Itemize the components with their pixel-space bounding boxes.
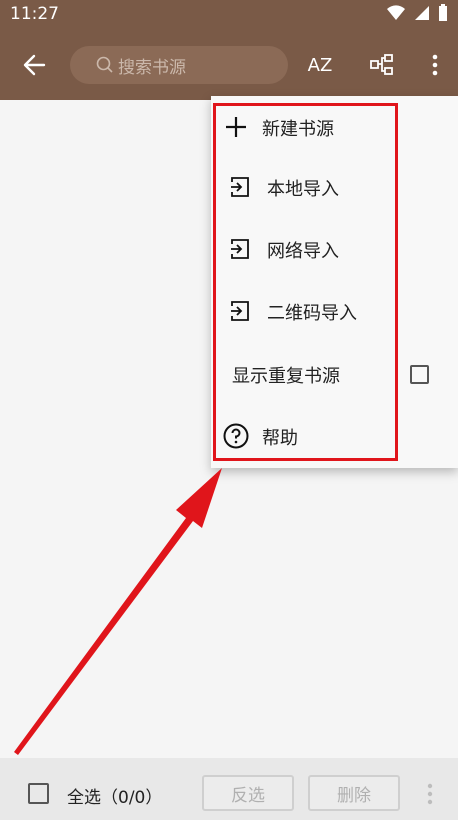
annotation-arrow: [14, 468, 222, 755]
select-all-checkbox[interactable]: [28, 783, 49, 804]
select-all-label[interactable]: 全选（0/0）: [67, 783, 162, 808]
invert-selection-button[interactable]: 反选: [202, 775, 294, 811]
bottom-more-button[interactable]: [420, 780, 440, 808]
delete-button[interactable]: 删除: [308, 775, 400, 811]
more-vertical-icon: [427, 783, 433, 805]
bottom-action-bar: 全选（0/0） 反选 删除: [0, 758, 458, 820]
